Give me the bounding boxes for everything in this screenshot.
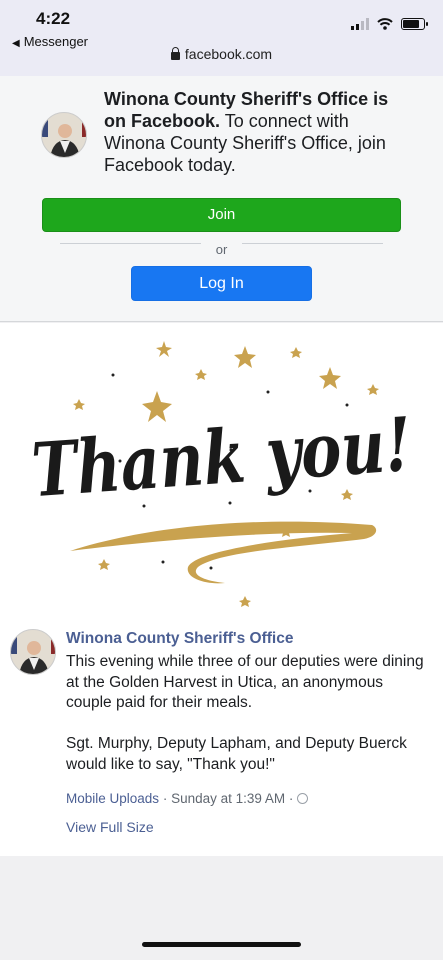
post-text: This evening while three of our deputies… [66,653,424,773]
login-button[interactable]: Log In [131,266,312,301]
post-meta: Mobile Uploads · Sunday at 1:39 AM · [66,791,309,806]
thank-you-image[interactable]: Thank you! [0,323,443,613]
system-icons [351,18,428,30]
home-indicator[interactable] [142,942,301,947]
post-author-link[interactable]: Winona County Sheriff's Office [66,630,293,648]
cellular-signal-icon [351,18,369,30]
address-bar[interactable]: facebook.com [0,46,443,62]
meta-separator: · [159,791,172,806]
gold-swoosh [70,521,377,584]
meta-separator-2: · [285,791,298,806]
lock-icon [170,47,180,60]
join-prompt-text: Winona County Sheriff's Office is on Fac… [104,88,404,176]
page-name[interactable]: Winona County Sheriff's Office [104,89,368,109]
author-avatar[interactable] [10,629,56,675]
battery-icon [401,18,428,30]
post: Thank you! Winona County Sheriff's Offic… [0,323,443,856]
join-button[interactable]: Join [42,198,401,232]
page-avatar[interactable] [41,112,87,158]
clock: 4:22 [36,9,71,28]
album-link[interactable]: Mobile Uploads [66,791,159,806]
thank-you-script: Thank you! [29,402,414,514]
globe-icon [297,793,309,804]
post-timestamp[interactable]: Sunday at 1:39 AM [171,791,285,806]
view-full-size-link[interactable]: View Full Size [66,819,154,835]
status-bar: 4:22 ◀ Messenger facebook.com [0,0,443,76]
wifi-icon [377,18,393,30]
join-facebook-banner: Winona County Sheriff's Office is on Fac… [0,76,443,322]
or-separator: or [215,242,228,257]
url-text: facebook.com [184,46,273,62]
